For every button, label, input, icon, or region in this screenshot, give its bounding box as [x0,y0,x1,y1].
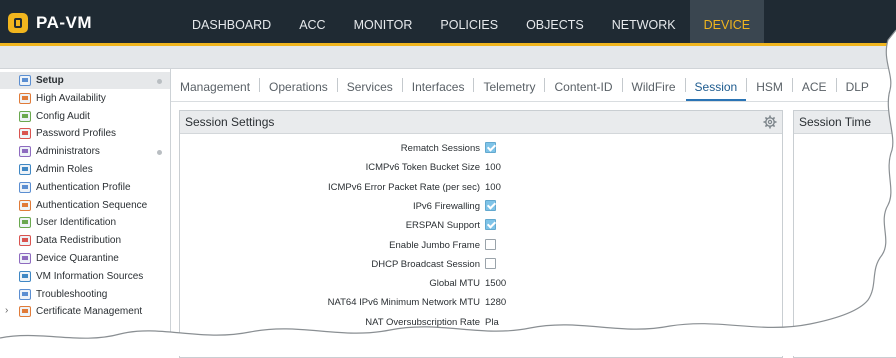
torn-edge-decoration [0,29,896,356]
